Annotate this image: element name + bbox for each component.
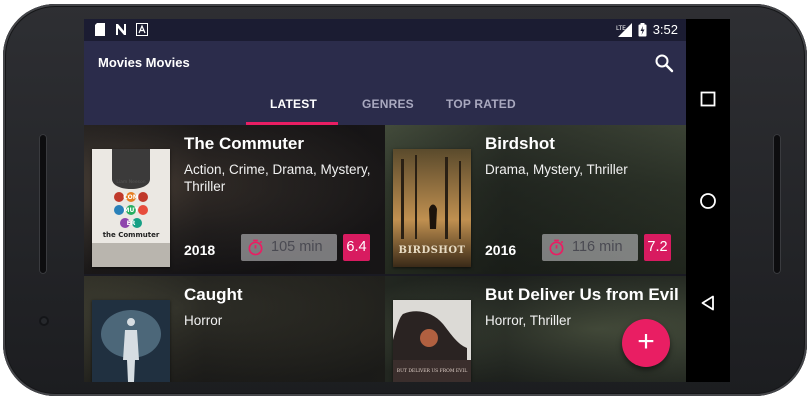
poster-title-line-3: ER [127,220,136,227]
movie-card[interactable]: Caught Horror [84,276,385,382]
system-status: LTE 3:52 [616,21,678,39]
a-app-icon [136,23,148,36]
navigation-bar [686,19,730,382]
speaker-grille-right [773,134,781,274]
poster-artwork: Liam Neeson COM MUT ER the Commuter [92,149,170,267]
movie-title: But Deliver Us from Evil [485,285,679,304]
movie-title: The Commuter [184,134,304,153]
runtime-badge: 116 min [542,234,638,261]
n-app-icon [116,24,126,35]
notification-icons [94,23,148,36]
rating-badge: 7.2 [644,234,671,261]
svg-text:LTE: LTE [616,25,626,32]
lte-signal-icon: LTE [616,23,632,37]
poster-actor-text: Liam Neeson [116,179,145,185]
movie-year: 2018 [184,242,216,258]
home-circle-icon[interactable] [698,191,718,211]
poster-title-text: the Commuter [103,231,160,239]
search-icon[interactable] [654,53,674,73]
poster-title-line-2: MUT [124,207,140,214]
runtime-text: 116 min [572,239,623,255]
timer-icon [248,239,263,256]
screen: LTE 3:52 Movies Movies LATEST GENRES TOP… [84,19,686,382]
tab-genres[interactable]: GENRES [362,97,414,111]
movie-card[interactable]: BIRDSHOT Birdshot Drama, Mystery, Thrill… [385,125,686,274]
poster-title-line-1: COM [123,194,139,201]
add-fab-button[interactable]: + [622,319,670,367]
runtime-badge: 105 min [241,234,337,261]
movie-title: Caught [184,285,243,304]
speaker-grille-left [39,134,47,274]
poster-artwork [92,300,170,382]
back-triangle-icon[interactable] [698,293,718,313]
sd-card-icon [95,23,105,36]
poster-title-text: BIRDSHOT [399,245,466,256]
movie-poster: Liam Neeson COM MUT ER the Commuter [92,149,170,267]
movie-poster: BIRDSHOT [393,149,471,267]
battery-icon [638,23,647,37]
clock: 3:52 [652,22,678,37]
front-camera [39,316,49,326]
tab-latest[interactable]: LATEST [270,97,317,111]
app-title: Movies Movies [98,55,190,70]
poster-artwork: BUT DELIVER US FROM EVIL [393,300,471,382]
recents-square-icon[interactable] [698,89,718,109]
tab-bar: LATEST GENRES TOP RATED [84,91,686,125]
rating-badge: 6.4 [343,234,370,261]
movie-genres: Horror [184,313,223,328]
status-bar: LTE 3:52 [84,19,686,41]
app-bar: Movies Movies LATEST GENRES TOP RATED [84,41,686,125]
runtime-text: 105 min [271,239,323,255]
movie-year: 2016 [485,242,517,258]
movie-card[interactable]: Liam Neeson COM MUT ER the Commuter The … [84,125,385,274]
timer-icon [549,239,564,256]
movie-poster [92,300,170,382]
movie-genres: Action, Crime, Drama, Mystery, Thriller [184,162,371,194]
poster-title-text: BUT DELIVER US FROM EVIL [397,368,467,374]
poster-artwork: BIRDSHOT [393,149,471,267]
movie-title: Birdshot [485,134,555,153]
movie-poster: BUT DELIVER US FROM EVIL [393,300,471,382]
tab-top-rated[interactable]: TOP RATED [446,97,516,111]
movie-genres: Drama, Mystery, Thriller [485,162,628,177]
